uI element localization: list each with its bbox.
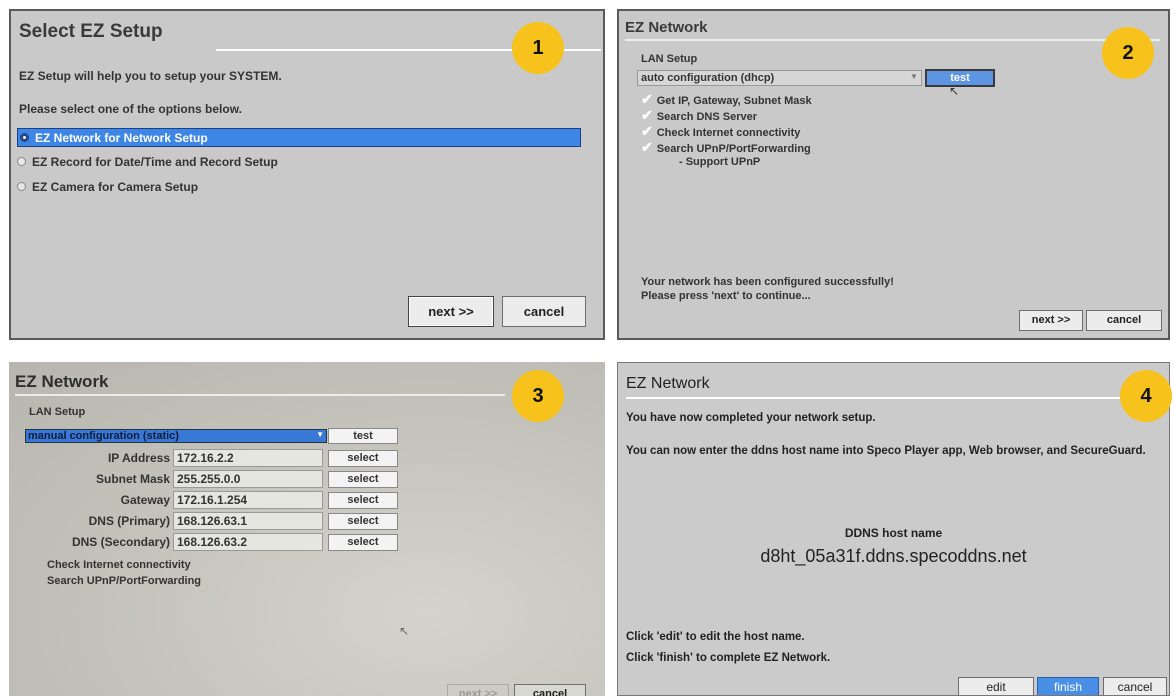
section-label: LAN Setup <box>29 406 86 418</box>
step-badge-4: 4 <box>1120 370 1172 422</box>
option-ez-network[interactable]: EZ Network for Network Setup <box>17 128 581 147</box>
panel-title: EZ Network <box>15 372 109 391</box>
next-button[interactable]: next >> <box>1019 310 1083 331</box>
select-button[interactable]: select <box>328 492 398 509</box>
cancel-button[interactable]: cancel <box>514 684 586 696</box>
check-item: ✔ Search DNS Server <box>641 107 757 124</box>
ddns-host-name: d8ht_05a31f.ddns.specoddns.net <box>760 546 1027 566</box>
field-label: IP Address <box>107 451 170 465</box>
mode-value: manual configuration (static) <box>28 430 179 442</box>
field-label: Subnet Mask <box>95 472 170 486</box>
dns-secondary-field[interactable]: 168.126.63.2 <box>173 533 323 551</box>
option-ez-camera[interactable]: EZ Camera for Camera Setup <box>17 178 198 197</box>
test-button[interactable]: test <box>328 428 398 444</box>
panel-title: EZ Network <box>625 19 708 36</box>
select-button[interactable]: select <box>328 450 398 467</box>
edit-button[interactable]: edit <box>958 677 1034 695</box>
ddns-caption: DDNS host name <box>844 526 943 540</box>
field-label: DNS (Primary) <box>88 514 170 528</box>
option-label: EZ Record for Date/Time and Record Setup <box>32 155 278 169</box>
checkmark-icon: ✔ <box>641 139 653 155</box>
help-text-edit: Click 'edit' to edit the host name. <box>626 631 805 643</box>
dns-primary-field[interactable]: 168.126.63.1 <box>173 512 323 530</box>
mode-dropdown[interactable]: auto configuration (dhcp) ▼ <box>637 70 922 86</box>
check-label: Search DNS Server <box>656 111 758 123</box>
chevron-down-icon: ▼ <box>910 72 918 81</box>
next-button[interactable]: next >> <box>447 684 509 696</box>
checkmark-icon: ✔ <box>641 107 653 123</box>
prompt-text: Please select one of the options below. <box>19 102 242 116</box>
status-line-2: Search UPnP/PortForwarding <box>47 575 202 587</box>
check-item: ✔ Check Internet connectivity <box>641 123 800 140</box>
check-item: ✔ Get IP, Gateway, Subnet Mask <box>641 91 812 108</box>
section-label: LAN Setup <box>641 53 698 65</box>
test-button[interactable]: test <box>925 69 995 87</box>
gateway-field[interactable]: 172.16.1.254 <box>173 491 323 509</box>
ip-address-field[interactable]: 172.16.2.2 <box>173 449 323 467</box>
chevron-down-icon: ▼ <box>316 430 324 439</box>
title-rule <box>15 394 505 396</box>
cancel-button[interactable]: cancel <box>502 296 586 327</box>
panel-title: Select EZ Setup <box>19 21 163 42</box>
check-label: Check Internet connectivity <box>656 127 801 139</box>
next-button[interactable]: next >> <box>408 296 494 327</box>
select-button[interactable]: select <box>328 534 398 551</box>
status-line-1: Check Internet connectivity <box>47 559 191 571</box>
option-label: EZ Network for Network Setup <box>35 131 208 145</box>
cancel-button[interactable]: cancel <box>1103 677 1167 695</box>
ez-network-auto-panel: EZ Network LAN Setup auto configuration … <box>617 9 1170 340</box>
check-label: Get IP, Gateway, Subnet Mask <box>656 95 812 107</box>
status-line-2: Please press 'next' to continue... <box>641 290 811 302</box>
radio-selected-icon <box>20 133 29 143</box>
checkmark-icon: ✔ <box>641 123 653 139</box>
radio-icon <box>17 157 26 167</box>
title-rule <box>626 397 1126 399</box>
title-rule <box>625 39 1160 41</box>
field-label: DNS (Secondary) <box>71 535 170 549</box>
checkmark-icon: ✔ <box>641 91 653 107</box>
select-button[interactable]: select <box>328 513 398 530</box>
mode-value: auto configuration (dhcp) <box>641 72 775 84</box>
sub-item: - Support UPnP <box>679 156 761 168</box>
ez-network-complete-panel: EZ Network You have now completed your n… <box>617 362 1170 696</box>
step-badge-3: 3 <box>512 370 564 422</box>
option-label: EZ Camera for Camera Setup <box>32 180 199 194</box>
step-badge-1: 1 <box>512 22 564 74</box>
finish-button[interactable]: finish <box>1037 677 1099 695</box>
check-label: Search UPnP/PortForwarding <box>656 143 811 155</box>
help-text-finish: Click 'finish' to complete EZ Network. <box>626 652 831 664</box>
status-line-1: Your network has been configured success… <box>641 276 894 288</box>
field-label: Gateway <box>120 493 170 507</box>
check-item: ✔ Search UPnP/PortForwarding <box>641 139 811 156</box>
mouse-cursor-icon: ↖ <box>949 84 960 98</box>
completion-text: You have now completed your network setu… <box>626 412 876 424</box>
option-ez-record[interactable]: EZ Record for Date/Time and Record Setup <box>17 153 278 172</box>
intro-text: EZ Setup will help you to setup your SYS… <box>19 69 282 83</box>
radio-icon <box>17 182 26 192</box>
ez-network-static-panel: EZ Network LAN Setup manual configuratio… <box>9 362 605 696</box>
select-button[interactable]: select <box>328 471 398 488</box>
cancel-button[interactable]: cancel <box>1086 310 1162 331</box>
subnet-mask-field[interactable]: 255.255.0.0 <box>173 470 323 488</box>
instruction-text: You can now enter the ddns host name int… <box>626 445 1146 457</box>
mouse-cursor-icon: ↖ <box>399 624 410 638</box>
mode-dropdown[interactable]: manual configuration (static) ▼ <box>25 429 327 443</box>
panel-title: EZ Network <box>626 375 710 392</box>
step-badge-2: 2 <box>1102 27 1154 79</box>
